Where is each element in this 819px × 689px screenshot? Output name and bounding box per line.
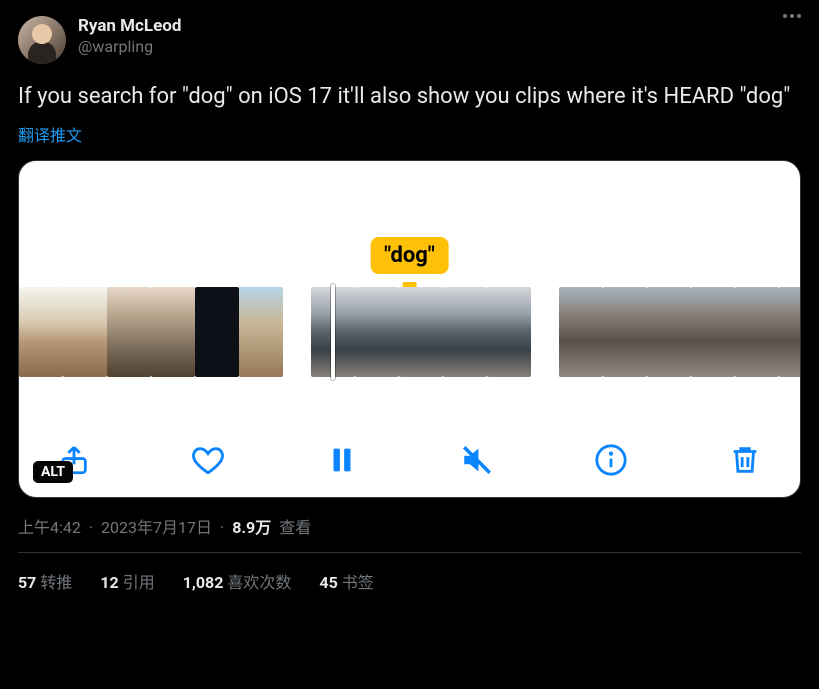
quotes-count: 12 — [100, 573, 118, 592]
avatar[interactable] — [18, 16, 66, 64]
more-icon[interactable] — [783, 14, 801, 18]
clip-thumb[interactable] — [603, 287, 647, 377]
caption-tooltip-text: "dog" — [370, 237, 449, 274]
tweet-time[interactable]: 上午4:42 — [18, 514, 81, 538]
clip-thumb[interactable] — [151, 287, 195, 377]
likes-label: 喜欢次数 — [227, 573, 291, 592]
clip-thumb[interactable] — [443, 287, 487, 377]
separator — [216, 518, 228, 537]
quotes-stat[interactable]: 12 引用 — [100, 569, 154, 593]
clip-thumb[interactable] — [195, 287, 239, 377]
clip-thumb[interactable] — [107, 287, 151, 377]
stats-row: 57转推 12 引用 1,082喜欢次数 45 书签 — [18, 553, 801, 609]
retweets-count: 57 — [18, 573, 36, 592]
clip-thumb[interactable] — [647, 287, 691, 377]
caption-tooltip: "dog" — [370, 237, 449, 288]
likes-count: 1,082 — [183, 573, 224, 592]
clip-group-2[interactable] — [311, 287, 531, 377]
clip-thumb[interactable] — [487, 287, 531, 377]
clip-thumb[interactable] — [399, 287, 443, 377]
media-card[interactable]: "dog" — [18, 160, 801, 498]
media-controls — [19, 441, 800, 479]
mute-icon[interactable] — [458, 441, 496, 479]
clip-thumb[interactable] — [735, 287, 779, 377]
trash-icon[interactable] — [726, 441, 764, 479]
clip-group-3[interactable] — [559, 287, 801, 377]
heart-icon[interactable] — [189, 441, 227, 479]
display-name: Ryan McLeod — [78, 16, 181, 37]
tweet-date[interactable]: 2023年7月17日 — [101, 514, 212, 538]
clip-thumb[interactable] — [691, 287, 735, 377]
clips-timeline[interactable] — [19, 287, 800, 377]
clip-thumb[interactable] — [779, 287, 801, 377]
separator — [85, 518, 97, 537]
likes-stat[interactable]: 1,082喜欢次数 — [183, 569, 292, 593]
retweets-label: 转推 — [40, 573, 72, 592]
clip-thumb[interactable] — [559, 287, 603, 377]
clip-thumb[interactable] — [239, 287, 283, 377]
clip-group-1[interactable] — [19, 287, 283, 377]
alt-badge[interactable]: ALT — [33, 461, 73, 483]
clip-thumb[interactable] — [355, 287, 399, 377]
tweet-container: Ryan McLeod @warpling If you search for … — [0, 0, 819, 609]
meta-line: 上午4:42 2023年7月17日 8.9万 查看 — [18, 514, 801, 538]
bookmarks-label: 书签 — [342, 573, 374, 592]
clip-thumb[interactable] — [63, 287, 107, 377]
playhead[interactable] — [331, 284, 335, 380]
quotes-label: 引用 — [123, 573, 155, 592]
tweet-header: Ryan McLeod @warpling — [18, 16, 801, 64]
bookmarks-stat[interactable]: 45 书签 — [319, 569, 373, 593]
username: @warpling — [78, 37, 181, 57]
bookmarks-count: 45 — [319, 573, 337, 592]
author-block[interactable]: Ryan McLeod @warpling — [78, 16, 181, 57]
info-icon[interactable] — [592, 441, 630, 479]
views-label: 查看 — [279, 514, 311, 538]
pause-icon[interactable] — [323, 441, 361, 479]
translate-link[interactable]: 翻译推文 — [18, 122, 82, 146]
retweets-stat[interactable]: 57转推 — [18, 569, 72, 593]
clip-thumb[interactable] — [19, 287, 63, 377]
views-count[interactable]: 8.9万 — [232, 514, 271, 538]
tweet-text: If you search for "dog" on iOS 17 it'll … — [18, 82, 801, 112]
